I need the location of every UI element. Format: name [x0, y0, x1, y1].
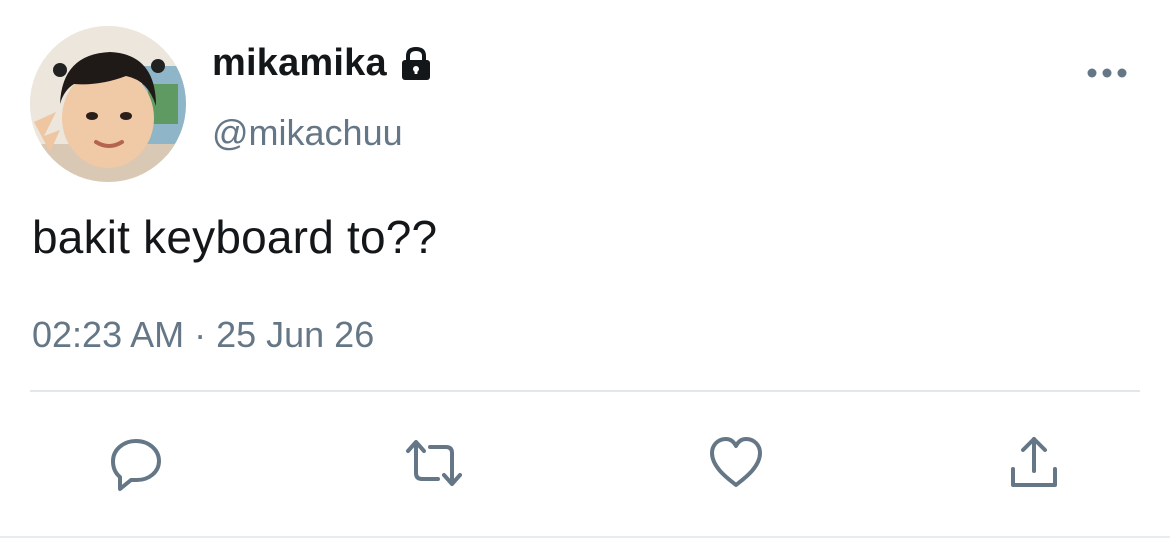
ellipsis-icon	[1087, 68, 1127, 78]
user-handle[interactable]: @mikachuu	[212, 112, 403, 154]
display-name-text[interactable]: mikamika	[212, 42, 387, 85]
lock-icon	[397, 45, 435, 83]
display-name[interactable]: mikamika	[212, 42, 435, 85]
divider	[30, 390, 1140, 392]
retweet-icon	[406, 440, 462, 486]
more-options-button[interactable]	[1085, 58, 1129, 88]
reply-icon	[111, 439, 161, 491]
tweet-timestamp[interactable]: 02:23 AM · 25 Jun 26	[32, 314, 374, 356]
avatar[interactable]	[30, 26, 186, 182]
retweet-button[interactable]	[404, 433, 464, 493]
share-button[interactable]	[1004, 433, 1064, 493]
heart-icon	[710, 437, 762, 487]
like-button[interactable]	[706, 433, 766, 493]
share-icon	[1011, 437, 1057, 487]
reply-button[interactable]	[106, 433, 166, 493]
tweet-text: bakit keyboard to??	[32, 211, 438, 263]
bottom-divider	[0, 536, 1170, 538]
avatar-image	[30, 26, 186, 182]
